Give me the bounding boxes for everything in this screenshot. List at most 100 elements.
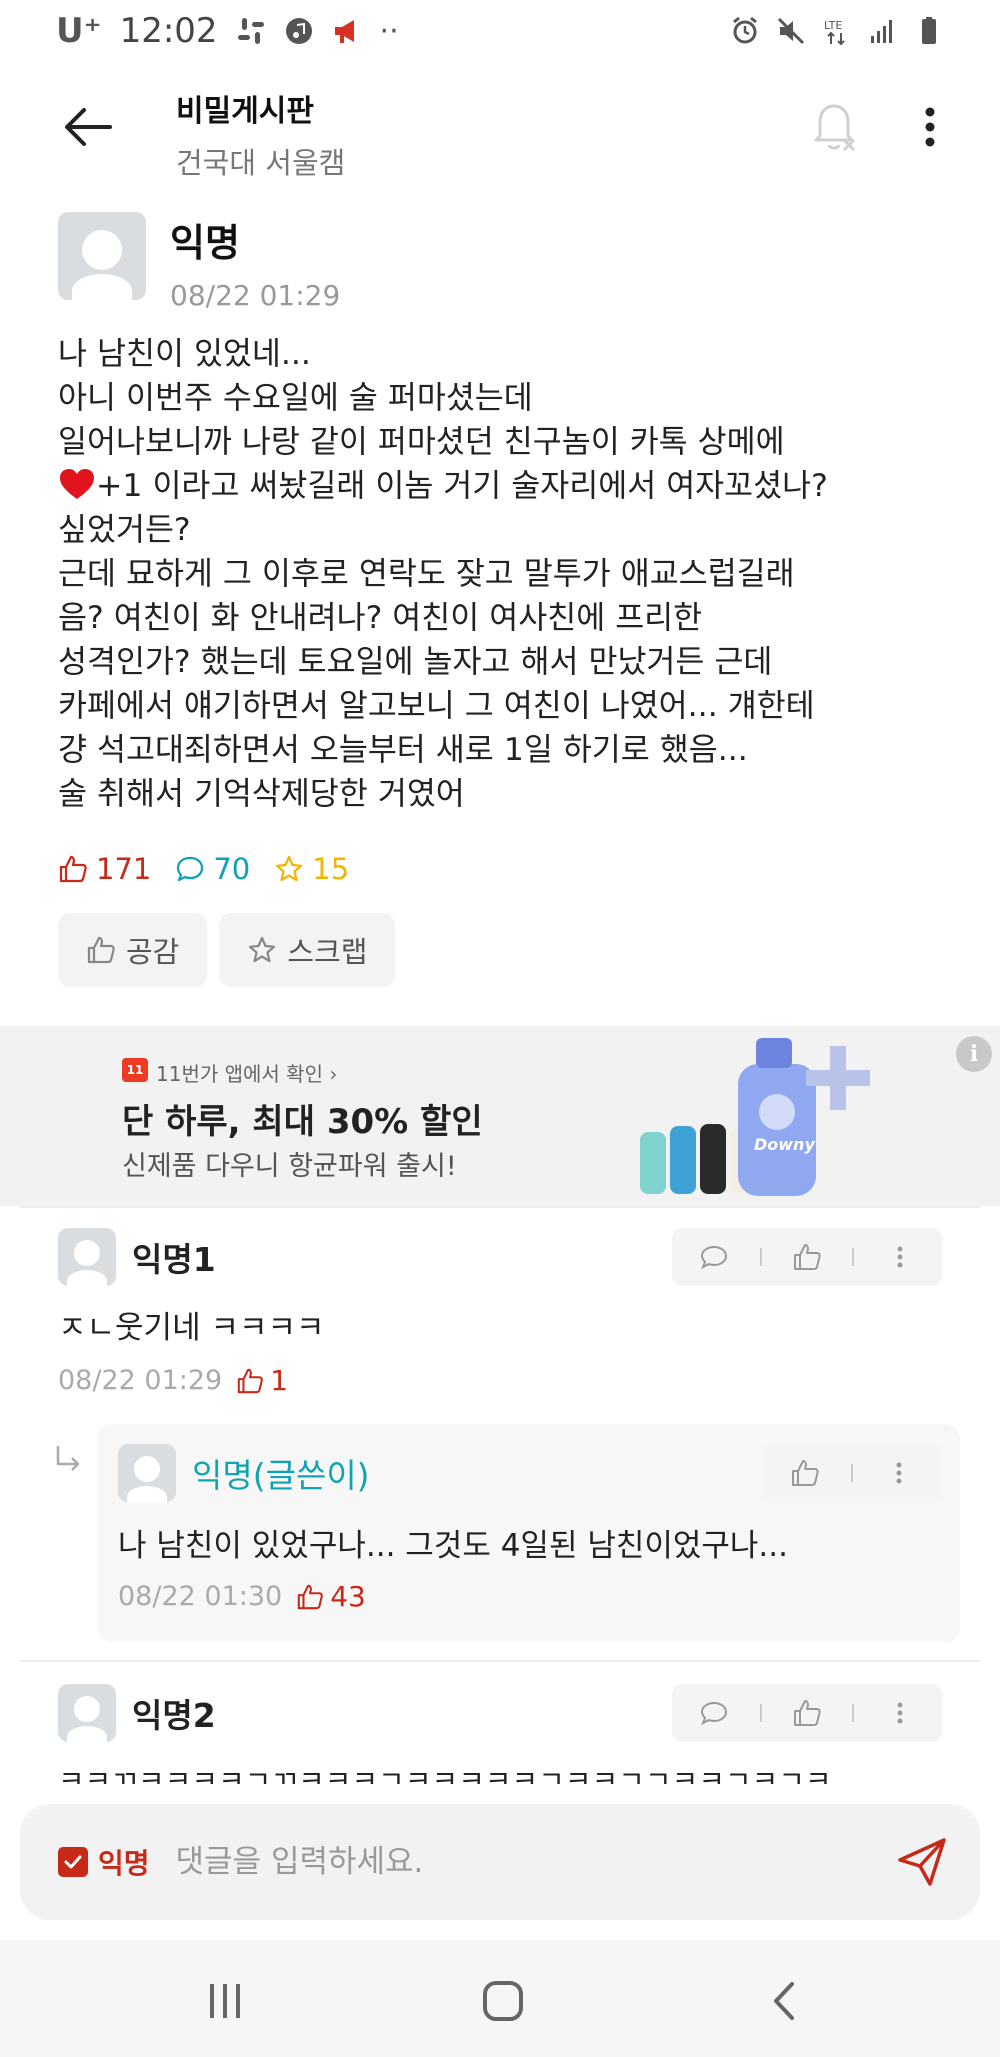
like-button-label: 공감 bbox=[126, 935, 180, 969]
reply-meta: 08/22 01:30 43 bbox=[118, 1580, 366, 1613]
scrap-button-label: 스크랩 bbox=[287, 935, 368, 969]
send-icon[interactable] bbox=[894, 1834, 950, 1890]
scrap-button[interactable]: 스크랩 bbox=[219, 913, 396, 987]
back-arrow-icon[interactable] bbox=[58, 102, 118, 152]
comment-likes: 1 bbox=[236, 1364, 288, 1397]
post-date: 08/22 01:29 bbox=[170, 279, 341, 312]
app-bar: 비밀게시판 건국대 서울캠 bbox=[0, 62, 1000, 192]
comment-text: ㅋㅋㄲㅋㅋㅋㅋㄱㄲㅋㅋㅋㄱㅋㅋㅋㅋㅋㄱㅋㅋㄱㄱㅋㅋㄱㅋㄱㅋ bbox=[58, 1764, 832, 1784]
post-line-with-heart: +1 이라고 써놨길래 이놈 거기 술자리에서 여자꼬셨나? bbox=[58, 464, 958, 508]
avatar bbox=[58, 212, 146, 300]
like-button[interactable]: 공감 bbox=[58, 913, 208, 987]
thumbs-up-icon bbox=[87, 936, 115, 964]
post-line: 걍 석고대죄하면서 오늘부터 새로 1일 하기로 했음... bbox=[58, 732, 748, 768]
thumbs-up-icon bbox=[59, 855, 87, 883]
divider bbox=[20, 1206, 980, 1208]
comment-likes-value: 1 bbox=[270, 1364, 289, 1397]
ad-banner[interactable]: 11 11번가 앱에서 확인 › 단 하루, 최대 30% 할인 신제품 다우니… bbox=[0, 1026, 1000, 1206]
avatar bbox=[118, 1444, 176, 1502]
reply-author-name: 익명(글쓴이) bbox=[192, 1456, 370, 1495]
divider bbox=[20, 1660, 980, 1662]
comment-toolbar bbox=[672, 1684, 942, 1742]
thumbs-up-icon bbox=[237, 1368, 264, 1393]
reply-date: 08/22 01:30 bbox=[118, 1581, 283, 1612]
post-line: 아니 이번주 수요일에 술 퍼마셨는데 bbox=[58, 380, 533, 416]
downy-product-image: Downy bbox=[640, 1038, 870, 1196]
reply-likes: 43 bbox=[296, 1580, 366, 1613]
post-line: 술 취해서 기억삭제당한 거였어 bbox=[58, 776, 465, 812]
reply-author: 익명(글쓴이) bbox=[118, 1444, 370, 1502]
more-notifications-icon: ·· bbox=[379, 13, 399, 49]
speech-bubble-icon bbox=[177, 856, 204, 882]
avatar bbox=[58, 1684, 116, 1742]
more-vert-icon[interactable] bbox=[885, 1242, 915, 1272]
system-nav-bar bbox=[0, 1940, 1000, 2057]
more-vert-icon[interactable] bbox=[884, 1458, 914, 1488]
music-icon bbox=[285, 18, 312, 44]
comment-date: 08/22 01:29 bbox=[58, 1365, 223, 1396]
comment-author: 익명2 bbox=[58, 1684, 216, 1742]
megaphone-icon bbox=[334, 20, 354, 43]
comment-text: ㅈㄴ웃기네 ㅋㅋㅋㅋ bbox=[58, 1310, 325, 1346]
ad-subtext: 신제품 다우니 항균파워 출시! bbox=[122, 1151, 457, 1182]
anonymous-checkbox[interactable] bbox=[58, 1847, 88, 1877]
scrap-count-value: 15 bbox=[312, 852, 350, 886]
more-vert-icon[interactable] bbox=[885, 1698, 915, 1728]
reply-icon[interactable] bbox=[699, 1242, 729, 1272]
post-line: 나 남친이 있었네... bbox=[58, 336, 311, 372]
like-count-value: 171 bbox=[96, 852, 152, 886]
11st-logo: 11 bbox=[122, 1058, 148, 1082]
alarm-icon bbox=[733, 16, 757, 44]
lte-icon: LTE bbox=[824, 19, 845, 46]
board-title-block: 비밀게시판 건국대 서울캠 bbox=[176, 86, 345, 182]
post-line: 일어나보니까 나랑 같이 퍼마셨던 친구놈이 카톡 상메에 bbox=[58, 424, 785, 460]
post-actions: 공감 스크랩 bbox=[58, 913, 396, 987]
comment-input[interactable] bbox=[175, 1844, 856, 1880]
campus-label: 건국대 서울캠 bbox=[176, 146, 346, 180]
scrap-count: 15 bbox=[274, 852, 349, 886]
ad-info-icon[interactable]: i bbox=[956, 1036, 992, 1072]
battery-icon bbox=[922, 17, 936, 44]
comment-author: 익명1 bbox=[58, 1228, 216, 1286]
mute-icon bbox=[777, 17, 805, 45]
comment-count-value: 70 bbox=[213, 852, 251, 886]
comment-author-name: 익명2 bbox=[132, 1696, 216, 1735]
thumbs-up-icon[interactable] bbox=[790, 1458, 820, 1488]
ad-headline: 단 하루, 최대 30% 할인 bbox=[122, 1102, 483, 1142]
post-line: 성격인가? 했는데 토요일에 놀자고 해서 만났거든 근데 bbox=[58, 644, 773, 680]
like-count: 171 bbox=[58, 852, 151, 886]
reply-text: 나 남친이 있었구나... 그것도 4일된 남친이었구나... bbox=[118, 1528, 788, 1564]
reply-likes-value: 43 bbox=[330, 1580, 366, 1613]
post-author: 익명 08/22 01:29 bbox=[58, 212, 340, 312]
comment-author-name: 익명1 bbox=[132, 1240, 216, 1279]
back-nav-icon[interactable] bbox=[760, 1976, 810, 2026]
post-line: 싶었거든? bbox=[58, 512, 191, 548]
slack-icon bbox=[237, 18, 264, 44]
comment-count: 70 bbox=[175, 852, 250, 886]
thumbs-up-icon[interactable] bbox=[792, 1698, 822, 1728]
anonymous-label[interactable]: 익명 bbox=[98, 1842, 150, 1882]
post-body: 나 남친이 있었네... 아니 이번주 수요일에 술 퍼마셨는데 일어나보니까 … bbox=[58, 332, 958, 816]
clock: 12:02 bbox=[119, 11, 218, 51]
ad-source[interactable]: 11번가 앱에서 확인 › bbox=[156, 1058, 337, 1087]
recent-apps-icon[interactable] bbox=[200, 1976, 250, 2026]
star-icon bbox=[276, 855, 303, 882]
heart-emoji-icon bbox=[60, 469, 94, 499]
avatar bbox=[58, 1228, 116, 1286]
home-icon[interactable] bbox=[478, 1976, 528, 2026]
signal-icon bbox=[871, 20, 892, 43]
reply-icon[interactable] bbox=[699, 1698, 729, 1728]
svg-text:LTE: LTE bbox=[824, 19, 842, 32]
post-line: 카페에서 얘기하면서 알고보니 그 여친이 나였어... 걔한테 bbox=[58, 688, 815, 724]
thumbs-up-icon[interactable] bbox=[792, 1242, 822, 1272]
status-bar: U⁺ 12:02 ·· LTE bbox=[0, 0, 1000, 62]
notification-off-icon[interactable] bbox=[806, 96, 862, 156]
post-line: 근데 묘하게 그 이후로 연락도 잦고 말투가 애교스럽길래 bbox=[58, 556, 795, 592]
post-line: 음? 여친이 화 안내려나? 여친이 여사친에 프리한 bbox=[58, 600, 703, 636]
carrier-label: U⁺ bbox=[56, 11, 102, 51]
more-vert-icon[interactable] bbox=[912, 102, 948, 152]
comment-toolbar bbox=[672, 1228, 942, 1286]
star-icon bbox=[249, 936, 276, 963]
comment-input-bar: 익명 bbox=[20, 1804, 980, 1920]
post-author-name: 익명 bbox=[170, 221, 240, 265]
